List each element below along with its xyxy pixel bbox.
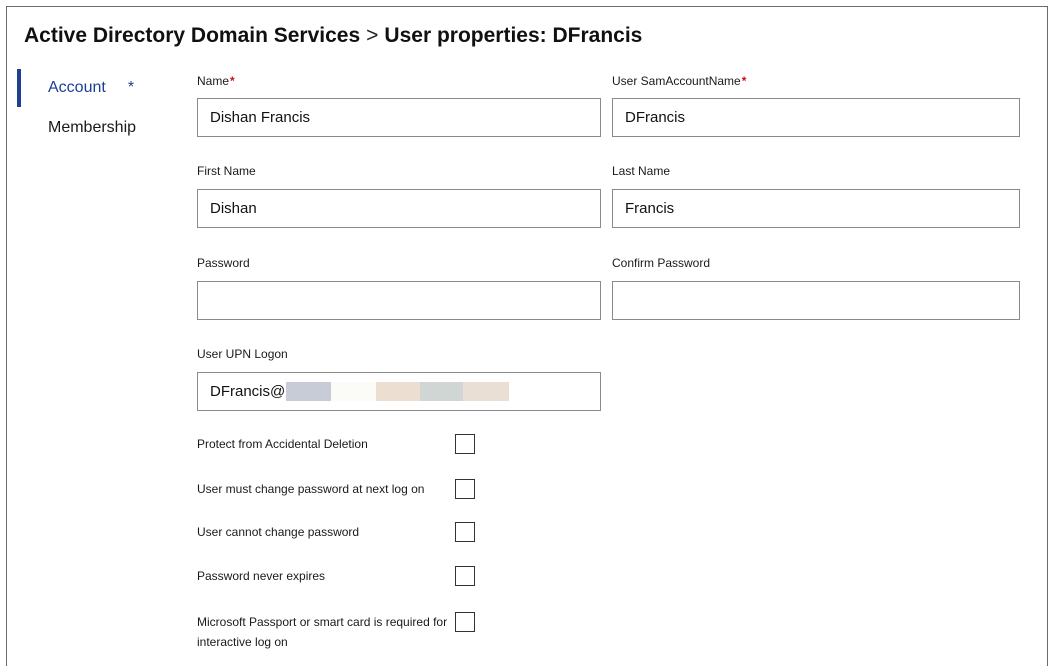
upn-input[interactable]: DFrancis@: [197, 372, 601, 411]
smart-card-required-checkbox[interactable]: [455, 612, 475, 632]
last-name-label: Last Name: [612, 164, 671, 178]
must-change-password-checkbox[interactable]: [455, 479, 475, 499]
sam-input-value: DFrancis: [625, 109, 686, 126]
nav-selection-indicator: [17, 69, 21, 107]
breadcrumb-parent[interactable]: Active Directory Domain Services: [24, 24, 360, 47]
breadcrumb-separator: >: [366, 24, 379, 47]
password-never-expires-label: Password never expires: [197, 569, 326, 583]
page-title: Active Directory Domain Services > User pr…: [24, 24, 642, 48]
nav-item-membership[interactable]: Membership: [48, 119, 136, 137]
name-required-marker: *: [230, 74, 235, 88]
cannot-change-password-checkbox[interactable]: [455, 522, 475, 542]
sam-account-name-input[interactable]: DFrancis: [612, 98, 1020, 137]
name-input-value: Dishan Francis: [210, 109, 311, 126]
last-name-input-value: Francis: [625, 200, 675, 217]
cannot-change-password-label: User cannot change password: [197, 525, 360, 539]
confirm-password-label: Confirm Password: [612, 256, 711, 270]
nav-item-account-label: Account: [48, 79, 106, 96]
sam-label: User SamAccountName*: [612, 74, 746, 88]
first-name-input[interactable]: Dishan: [197, 189, 601, 228]
sam-label-text: User SamAccountName: [612, 74, 741, 88]
sam-required-marker: *: [741, 74, 747, 88]
upn-label: User UPN Logon: [197, 347, 288, 361]
protect-deletion-label: Protect from Accidental Deletion: [197, 437, 368, 451]
smart-card-required-label: Microsoft Passport or smart card is requ…: [197, 615, 448, 649]
upn-domain-redacted: [286, 382, 510, 401]
password-never-expires-checkbox[interactable]: [455, 566, 475, 586]
protect-deletion-checkbox[interactable]: [455, 434, 475, 454]
first-name-input-value: Dishan: [210, 200, 257, 217]
breadcrumb-current: User properties: DFrancis: [384, 24, 643, 47]
name-input[interactable]: Dishan Francis: [197, 98, 601, 137]
nav-item-account-marker: *: [127, 79, 135, 96]
nav-item-account[interactable]: Account *: [48, 79, 134, 97]
upn-input-value: DFrancis@: [210, 383, 286, 400]
last-name-input[interactable]: Francis: [612, 189, 1020, 228]
must-change-password-label: User must change password at next log on: [197, 482, 425, 496]
first-name-label: First Name: [197, 164, 256, 178]
confirm-password-input[interactable]: [612, 281, 1020, 320]
password-input[interactable]: [197, 281, 601, 320]
name-label: Name*: [197, 74, 235, 88]
password-label: Password: [197, 256, 250, 270]
name-label-text: Name: [197, 74, 230, 88]
